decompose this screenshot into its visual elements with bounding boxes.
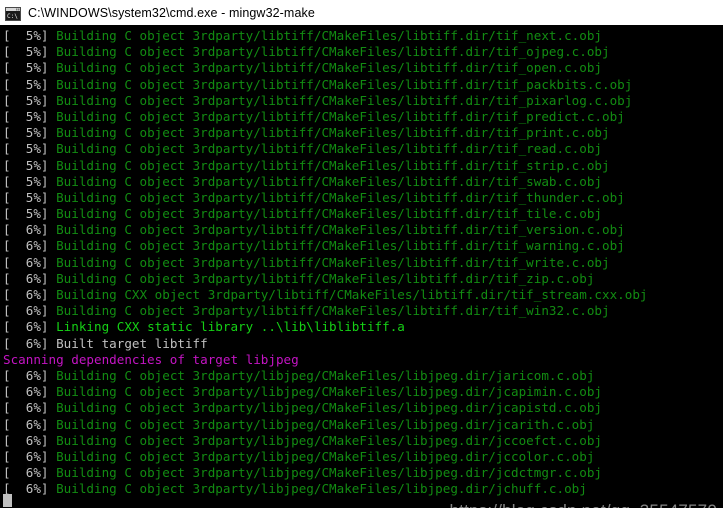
watermark-text: https://blog.csdn.net/qq_35547570 [450,501,717,508]
console-line: [ 6%] Building C object 3rdparty/libjpeg… [3,368,721,384]
console-line: [ 6%] Building C object 3rdparty/libjpeg… [3,481,721,497]
console-line: [ 6%] Building C object 3rdparty/libjpeg… [3,384,721,400]
console-line: [ 6%] Built target libtiff [3,336,721,352]
console-line: Scanning dependencies of target libjpeg [3,352,721,368]
build-progress-percent: [ 6%] [3,448,49,464]
console-line: [ 6%] Building C object 3rdparty/libjpeg… [3,465,721,481]
build-progress-percent: [ 6%] [3,303,49,319]
build-progress-percent: [ 5%] [3,189,49,205]
console-line-message: Building C object 3rdparty/libtiff/CMake… [48,92,633,108]
console-line-list: [ 5%] Building C object 3rdparty/libtiff… [3,28,721,497]
build-progress-percent: [ 6%] [3,416,49,432]
title-bar[interactable]: C:\ C:\WINDOWS\system32\cmd.exe - mingw3… [0,0,723,25]
console-line-message: Building C object 3rdparty/libjpeg/CMake… [48,448,595,464]
console-line-message: Building C object 3rdparty/libtiff/CMake… [48,108,625,124]
cmd-console-icon: C:\ [5,6,21,21]
console-line: [ 6%] Building C object 3rdparty/libjpeg… [3,449,721,465]
console-line-message: Building C object 3rdparty/libjpeg/CMake… [48,481,587,497]
window-title: C:\WINDOWS\system32\cmd.exe - mingw32-ma… [28,5,315,20]
console-line-message: Building C object 3rdparty/libjpeg/CMake… [48,384,602,400]
console-line: [ 5%] Building C object 3rdparty/libtiff… [3,141,721,157]
console-line-message: Building C object 3rdparty/libtiff/CMake… [48,60,602,76]
console-line: [ 5%] Building C object 3rdparty/libtiff… [3,77,721,93]
console-window: C:\ C:\WINDOWS\system32\cmd.exe - mingw3… [0,0,723,508]
console-line: [ 6%] Building C object 3rdparty/libjpeg… [3,417,721,433]
console-line: [ 5%] Building C object 3rdparty/libtiff… [3,44,721,60]
console-line: [ 6%] Building C object 3rdparty/libtiff… [3,271,721,287]
console-line-message: Building C object 3rdparty/libtiff/CMake… [48,303,610,319]
console-line-message: Building C object 3rdparty/libtiff/CMake… [48,254,610,270]
console-line-message: Building C object 3rdparty/libjpeg/CMake… [48,367,595,383]
console-line: [ 6%] Building C object 3rdparty/libtiff… [3,238,721,254]
console-line-message: Building C object 3rdparty/libtiff/CMake… [48,222,625,238]
console-line-message: Building C object 3rdparty/libtiff/CMake… [48,44,610,60]
console-line-message: Scanning dependencies of target libjpeg [3,351,299,367]
build-progress-percent: [ 6%] [3,465,49,481]
console-line-message: Building C object 3rdparty/libjpeg/CMake… [48,416,595,432]
console-line: [ 5%] Building C object 3rdparty/libtiff… [3,28,721,44]
build-progress-percent: [ 6%] [3,335,49,351]
console-line: [ 6%] Building C object 3rdparty/libtiff… [3,303,721,319]
console-line-message: Building C object 3rdparty/libjpeg/CMake… [48,465,602,481]
console-line-message: Building C object 3rdparty/libjpeg/CMake… [48,400,602,416]
svg-text:C:\: C:\ [7,13,18,20]
console-line: [ 5%] Building C object 3rdparty/libtiff… [3,93,721,109]
console-line-message: Linking CXX static library ..\lib\liblib… [48,319,405,335]
console-line: [ 6%] Building C object 3rdparty/libtiff… [3,255,721,271]
build-progress-percent: [ 5%] [3,206,49,222]
console-line: [ 5%] Building C object 3rdparty/libtiff… [3,190,721,206]
build-progress-percent: [ 6%] [3,287,49,302]
build-progress-percent: [ 6%] [3,238,49,254]
console-line: [ 6%] Building C object 3rdparty/libtiff… [3,222,721,238]
console-line: [ 5%] Building C object 3rdparty/libtiff… [3,206,721,222]
console-line-message: Built target libtiff [48,335,208,351]
console-line: [ 5%] Building C object 3rdparty/libtiff… [3,60,721,76]
console-line-message: Building C object 3rdparty/libtiff/CMake… [48,141,602,157]
build-progress-percent: [ 6%] [3,367,49,383]
console-line-message: Building C object 3rdparty/libtiff/CMake… [48,125,610,141]
console-line: [ 5%] Building C object 3rdparty/libtiff… [3,125,721,141]
build-progress-percent: [ 6%] [3,432,49,448]
console-line: [ 5%] Building C object 3rdparty/libtiff… [3,158,721,174]
build-progress-percent: [ 5%] [3,76,49,92]
console-line-message: Building C object 3rdparty/libtiff/CMake… [48,157,610,173]
console-line-message: Building C object 3rdparty/libtiff/CMake… [48,28,602,43]
build-progress-percent: [ 5%] [3,125,49,141]
console-line: [ 6%] Linking CXX static library ..\lib\… [3,319,721,335]
build-progress-percent: [ 5%] [3,92,49,108]
console-line: [ 6%] Building CXX object 3rdparty/libti… [3,287,721,303]
build-progress-percent: [ 6%] [3,254,49,270]
console-line-message: Building C object 3rdparty/libtiff/CMake… [48,173,602,189]
build-progress-percent: [ 6%] [3,400,49,416]
build-progress-percent: [ 5%] [3,141,49,157]
build-progress-percent: [ 5%] [3,108,49,124]
console-line-message: Building C object 3rdparty/libtiff/CMake… [48,270,595,286]
build-progress-percent: [ 6%] [3,222,49,238]
build-progress-percent: [ 5%] [3,28,49,43]
build-progress-percent: [ 5%] [3,60,49,76]
build-progress-percent: [ 5%] [3,173,49,189]
console-line: [ 5%] Building C object 3rdparty/libtiff… [3,109,721,125]
console-line: [ 5%] Building C object 3rdparty/libtiff… [3,174,721,190]
console-line: [ 6%] Building C object 3rdparty/libjpeg… [3,433,721,449]
build-progress-percent: [ 6%] [3,319,49,335]
console-line: [ 6%] Building C object 3rdparty/libjpeg… [3,400,721,416]
build-progress-percent: [ 5%] [3,157,49,173]
console-line-message: Building CXX object 3rdparty/libtiff/CMa… [48,287,648,302]
build-progress-percent: [ 6%] [3,384,49,400]
build-progress-percent: [ 6%] [3,270,49,286]
console-cursor [3,494,12,507]
console-line-message: Building C object 3rdparty/libjpeg/CMake… [48,432,602,448]
console-line-message: Building C object 3rdparty/libtiff/CMake… [48,206,602,222]
build-progress-percent: [ 5%] [3,44,49,60]
console-output-area[interactable]: [ 5%] Building C object 3rdparty/libtiff… [0,25,723,508]
console-line-message: Building C object 3rdparty/libtiff/CMake… [48,238,625,254]
console-line-message: Building C object 3rdparty/libtiff/CMake… [48,189,625,205]
console-line-message: Building C object 3rdparty/libtiff/CMake… [48,76,633,92]
